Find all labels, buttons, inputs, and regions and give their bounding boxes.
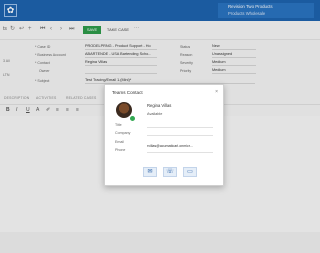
app-screen: ✿ Revision Two Products Products Wholesa… [0, 0, 320, 232]
email-label: Email [115, 140, 124, 144]
video-icon[interactable]: ▭ [183, 167, 197, 177]
close-icon[interactable]: × [215, 89, 218, 95]
company-label: Company [115, 131, 131, 135]
title-value [147, 127, 213, 128]
chat-icon[interactable]: ✉ [143, 167, 157, 177]
phone-value [147, 152, 213, 153]
contact-name: Regina Villas [147, 103, 172, 108]
phone-label: Phone [115, 148, 126, 152]
contact-availability: Available [147, 112, 163, 116]
teams-contact-card: Teams Contact × Regina Villas Available … [104, 84, 224, 186]
presence-status-icon [129, 115, 136, 122]
company-value [147, 135, 213, 136]
title-label: Title [115, 123, 122, 127]
phone-icon[interactable]: ☏ [163, 167, 177, 177]
email-value[interactable]: rvillas@acumaticarl.onmicr... [147, 144, 193, 148]
card-actions: ✉ ☏ ▭ [105, 167, 223, 179]
card-title: Teams Contact [112, 90, 143, 95]
